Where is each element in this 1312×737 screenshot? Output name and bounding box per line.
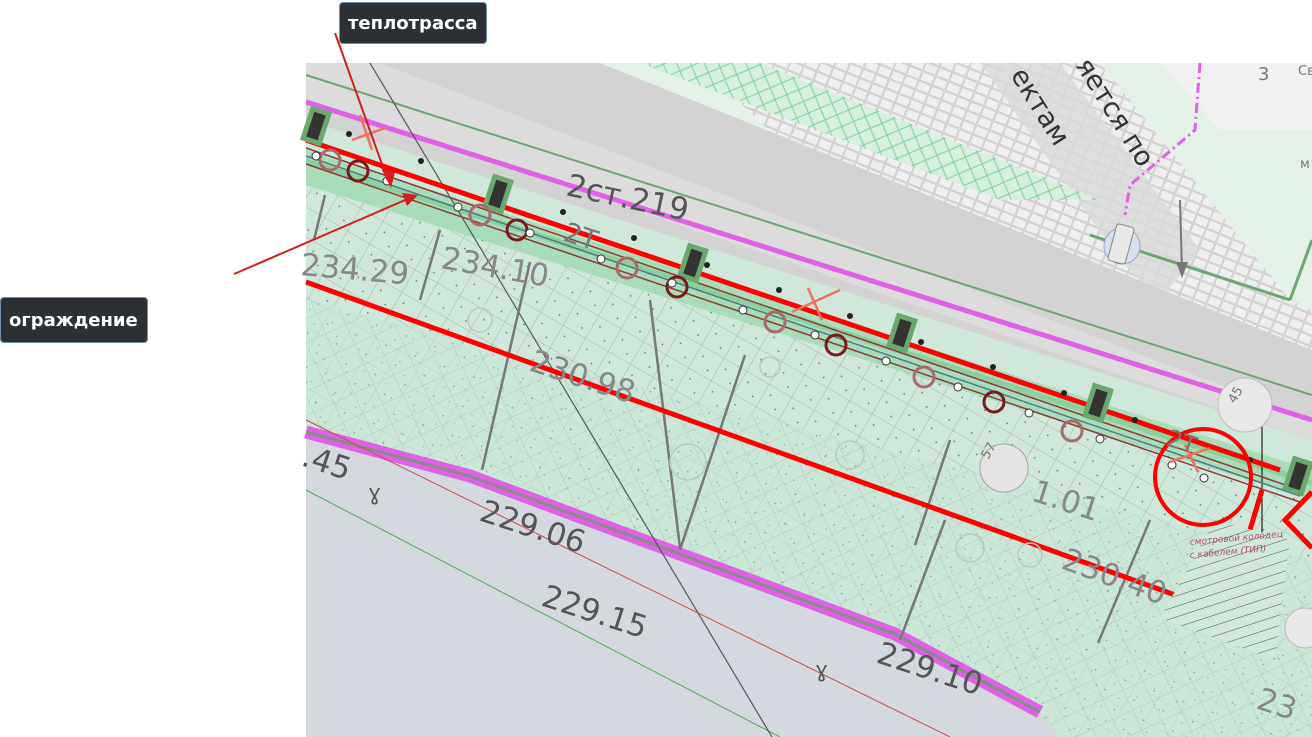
building-mark-3: м [1300,157,1310,172]
grass-symbol-1: ɣ [368,481,381,506]
markup-viewer: ектам яется по 3 Св м 2ст.219 2Т 2Т 234.… [0,0,1312,737]
site-plan-drawing[interactable]: ектам яется по 3 Св м 2ст.219 2Т 2Т 234.… [0,0,1312,737]
building-mark-2: Св [1298,64,1312,79]
building-mark: 3 [1258,64,1269,85]
grass-symbol-2: ɣ [815,658,828,683]
callout-heating-main[interactable]: теплотрасса [339,2,487,44]
callout-fence[interactable]: ограждение [0,297,148,343]
